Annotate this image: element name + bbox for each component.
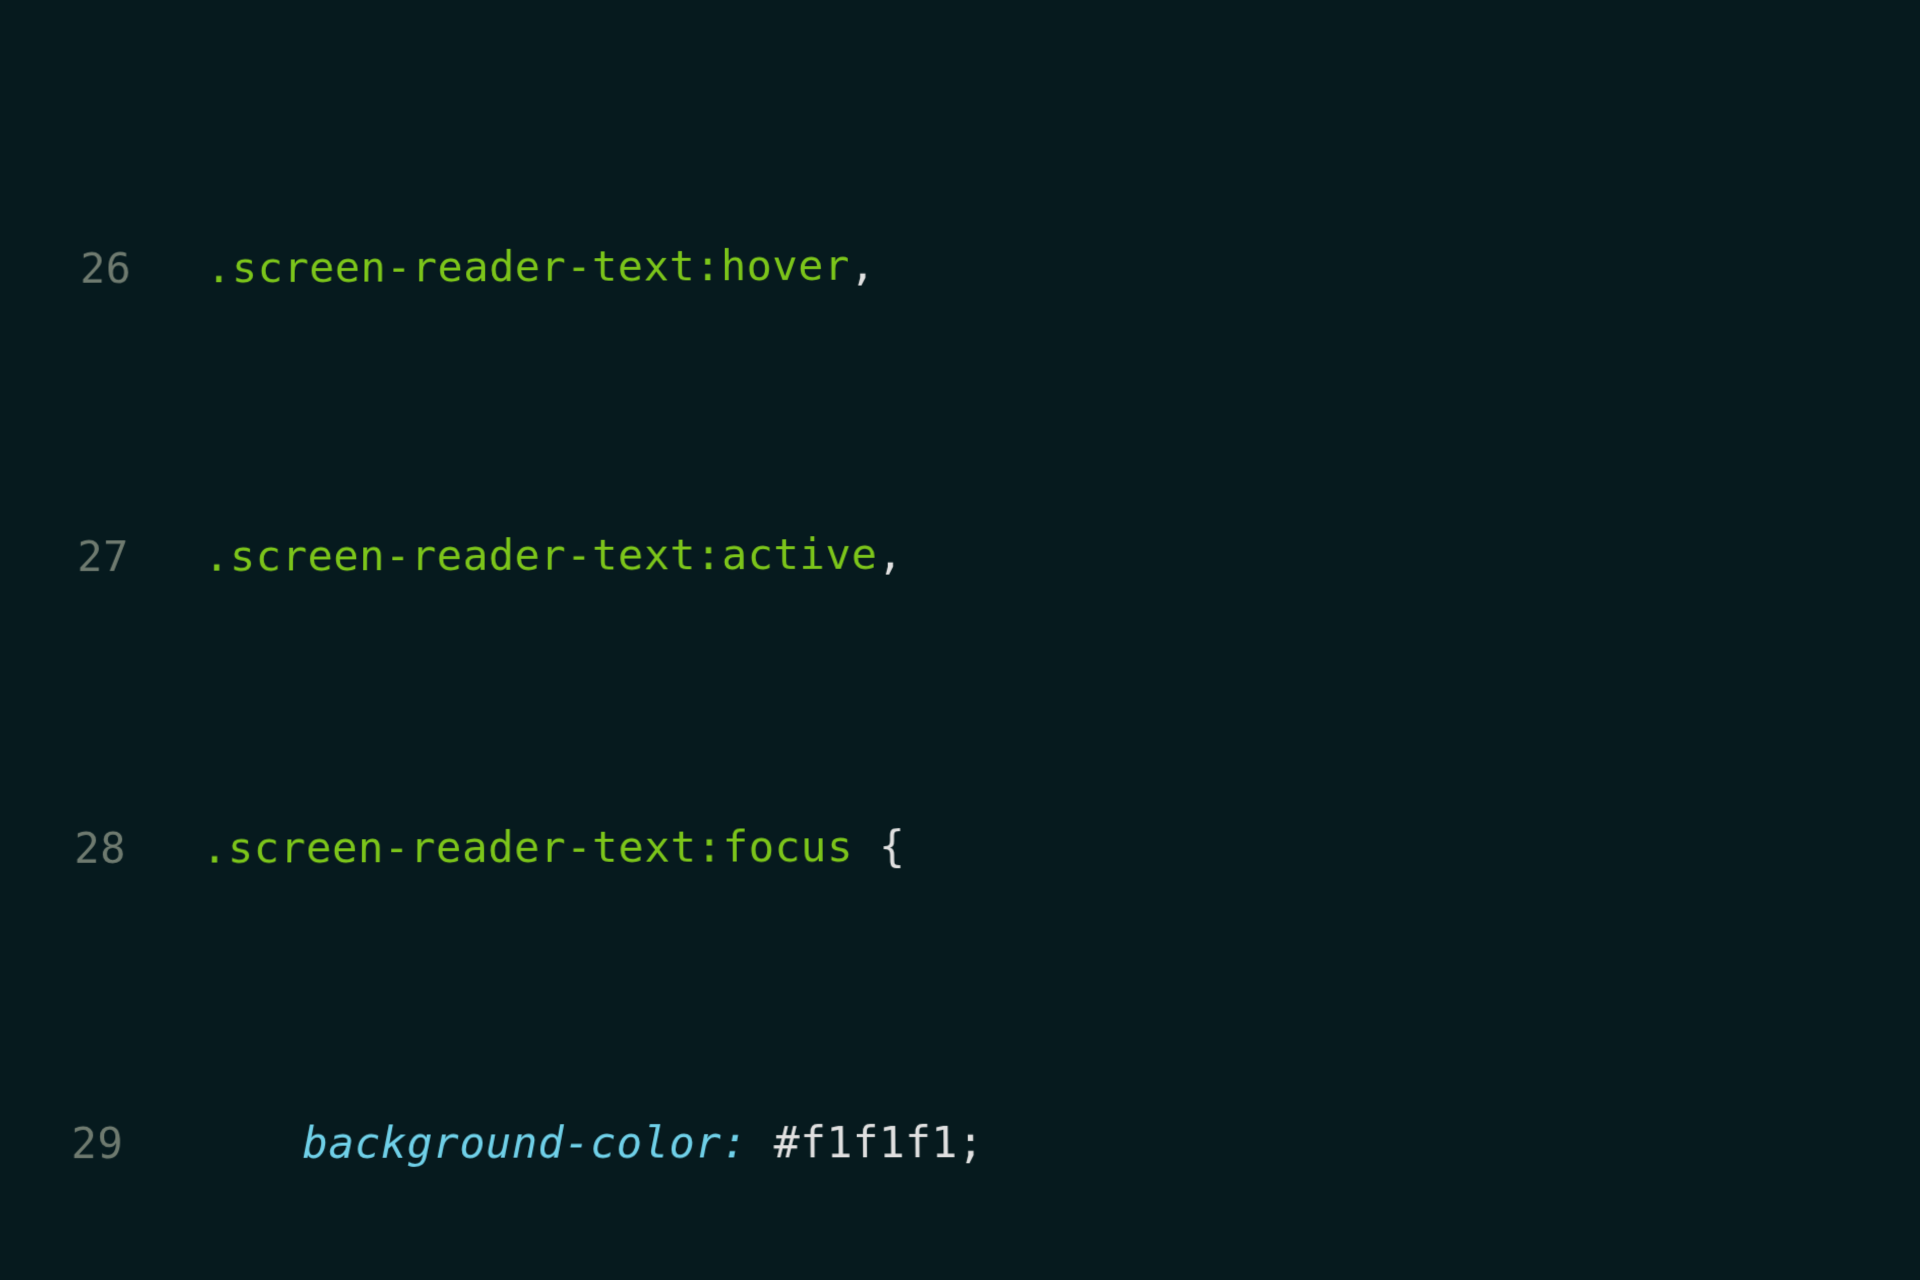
line-number: 28 <box>15 820 177 879</box>
code-line[interactable]: 28 .screen-reader-text:focus { <box>15 816 1920 879</box>
code-content: .screen-reader-text:focus { <box>176 818 905 878</box>
css-selector: .screen-reader-text:focus <box>202 822 853 872</box>
colon: : <box>721 1118 747 1168</box>
code-line[interactable]: 29 background-color: #f1f1f1; <box>12 1113 1920 1175</box>
code-line[interactable]: 26 .screen-reader-text:hover, <box>22 234 1920 299</box>
code-content: background-color: #f1f1f1; <box>174 1114 984 1174</box>
css-property: background-color <box>302 1118 721 1168</box>
line-number: 26 <box>22 241 182 299</box>
css-value: #f1f1f1 <box>774 1118 958 1168</box>
css-selector: .screen-reader-text:hover <box>206 242 850 292</box>
code-editor[interactable]: 26 .screen-reader-text:hover, 27 .screen… <box>0 4 1920 1280</box>
comma: , <box>850 242 876 290</box>
code-content: .screen-reader-text:active, <box>179 526 904 586</box>
semicolon: ; <box>958 1118 985 1168</box>
comma: , <box>877 530 903 579</box>
code-line[interactable]: 27 .screen-reader-text:active, <box>18 523 1920 587</box>
open-brace: { <box>853 822 906 871</box>
line-number: 27 <box>18 529 179 587</box>
css-selector: .screen-reader-text:active <box>204 530 878 580</box>
code-content: .screen-reader-text:hover, <box>181 238 876 298</box>
line-number: 29 <box>12 1115 175 1175</box>
space <box>748 1118 774 1168</box>
